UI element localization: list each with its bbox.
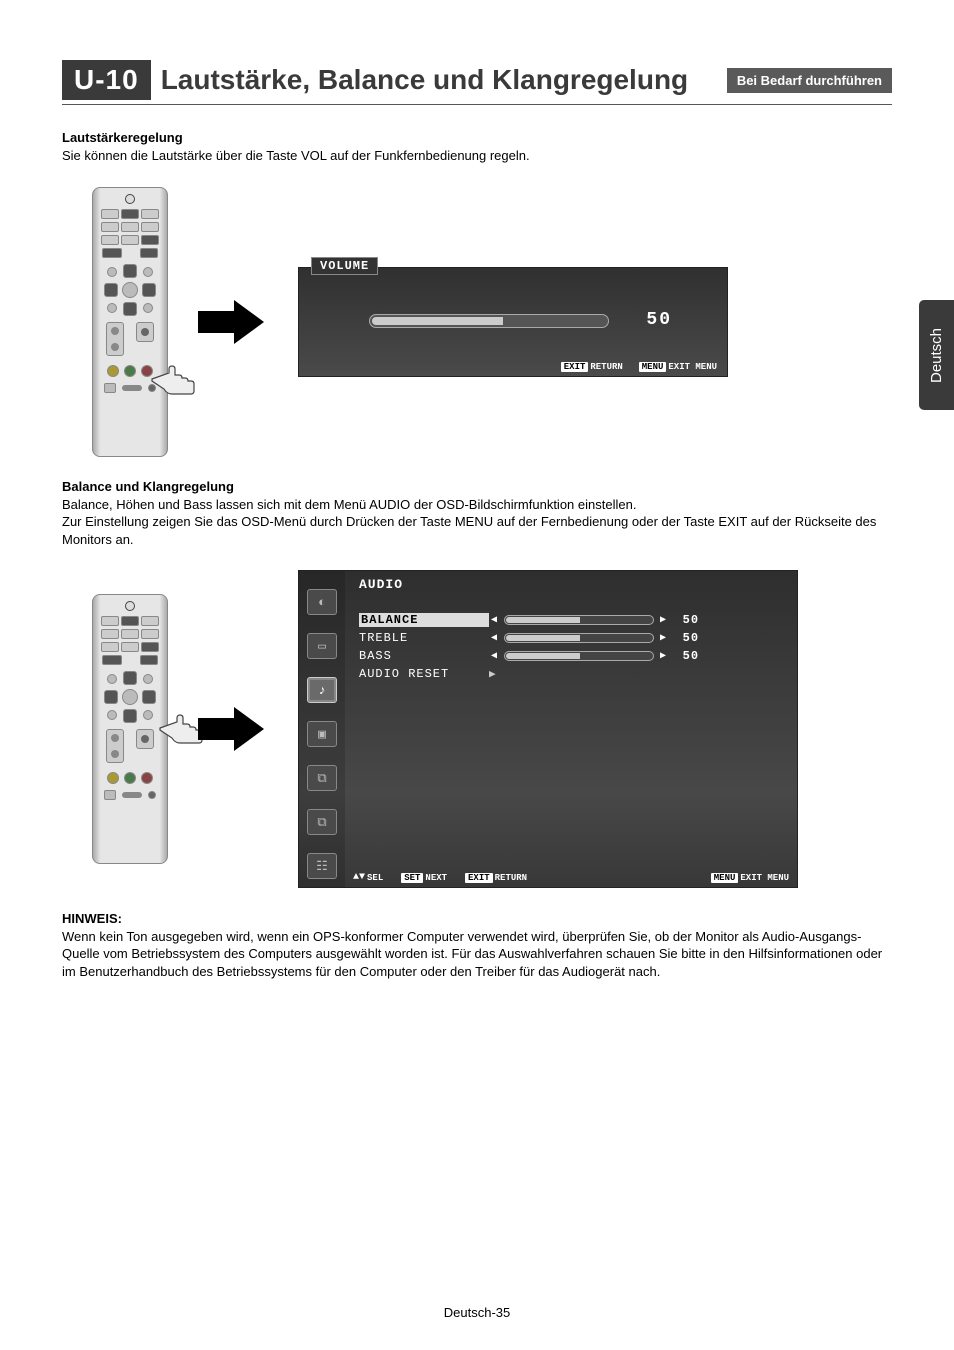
osd-audio-bottombar: ▲▼SEL SETNEXT EXITRETURN MENUEXIT MENU: [353, 872, 789, 883]
osd-audio-title: AUDIO: [359, 577, 403, 592]
figure-volume: VOLUME 50 EXITRETURN MENUEXIT MENU: [62, 187, 892, 457]
remote-illustration: [92, 187, 168, 457]
osd-sidebar-icon-osd1: ⧉: [307, 765, 337, 791]
osd-item-audio-reset: AUDIO RESET ▶: [359, 665, 787, 683]
osd-volume-slider: [369, 314, 609, 328]
osd-sidebar-icon-pip: ▣: [307, 721, 337, 747]
section1-text: Sie können die Lautstärke über die Taste…: [62, 147, 892, 165]
figure-audio: ◐ ▭ ♪ ▣ ⧉ ⧉ ☷ AUDIO BALANCE ◀▶ 50 TREBLE: [62, 570, 892, 888]
osd-sidebar-icon-multi: ☷: [307, 853, 337, 879]
page-title: Lautstärke, Balance und Klangregelung: [161, 64, 717, 96]
osd-volume-panel: VOLUME 50 EXITRETURN MENUEXIT MENU: [298, 267, 728, 377]
osd-volume-value: 50: [646, 310, 672, 330]
osd-audio-panel: ◐ ▭ ♪ ▣ ⧉ ⧉ ☷ AUDIO BALANCE ◀▶ 50 TREBLE: [298, 570, 798, 888]
section2-line2: Zur Einstellung zeigen Sie das OSD-Menü …: [62, 513, 892, 548]
osd-volume-label: VOLUME: [311, 257, 378, 275]
section2-line1: Balance, Höhen und Bass lassen sich mit …: [62, 496, 892, 514]
osd-item-treble: TREBLE ◀▶ 50: [359, 629, 787, 647]
section2-heading: Balance und Klangregelung: [62, 479, 892, 494]
page-title-row: U-10 Lautstärke, Balance und Klangregelu…: [62, 60, 892, 105]
hinweis-text: Wenn kein Ton ausgegeben wird, wenn ein …: [62, 928, 892, 981]
osd-item-bass: BASS ◀▶ 50: [359, 647, 787, 665]
hinweis-block: HINWEIS: Wenn kein Ton ausgegeben wird, …: [62, 910, 892, 980]
osd-sidebar: ◐ ▭ ♪ ▣ ⧉ ⧉ ☷: [299, 571, 345, 887]
page-number: Deutsch-35: [0, 1305, 954, 1320]
osd-sidebar-icon-osd2: ⧉: [307, 809, 337, 835]
section-number-badge: U-10: [62, 60, 151, 100]
language-tab: Deutsch: [919, 300, 954, 410]
hand-pointer-icon: [147, 361, 197, 396]
language-tab-label: Deutsch: [928, 327, 945, 382]
osd-sidebar-icon-screen: ▭: [307, 633, 337, 659]
osd-volume-footer: EXITRETURN MENUEXIT MENU: [561, 362, 717, 372]
remote-illustration: [92, 594, 168, 864]
osd-audio-items: BALANCE ◀▶ 50 TREBLE ◀▶ 50 BASS ◀▶ 50: [359, 611, 787, 683]
osd-item-balance: BALANCE ◀▶ 50: [359, 611, 787, 629]
section1-heading: Lautstärkeregelung: [62, 130, 892, 145]
arrow-right-icon: [198, 704, 268, 754]
arrow-right-icon: [198, 297, 268, 347]
sub-badge: Bei Bedarf durchführen: [727, 68, 892, 93]
osd-sidebar-icon-audio: ♪: [307, 677, 337, 703]
osd-sidebar-icon-brightness: ◐: [307, 589, 337, 615]
hinweis-heading: HINWEIS:: [62, 910, 892, 928]
